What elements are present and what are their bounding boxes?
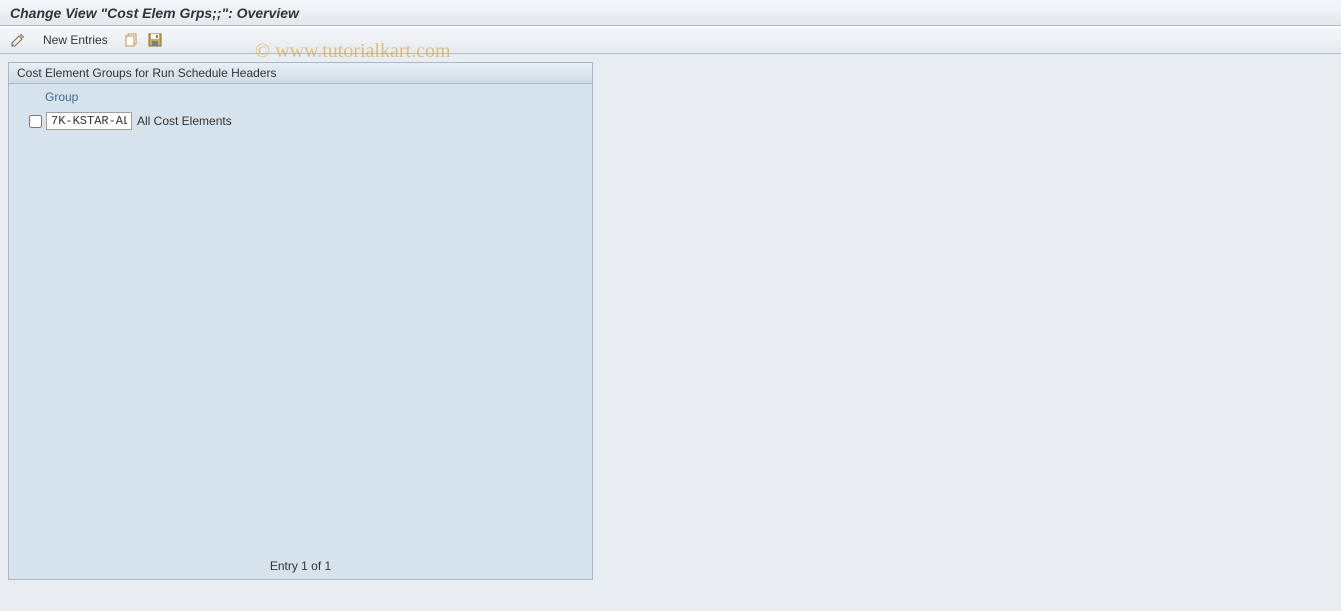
copy-icon[interactable] (125, 33, 139, 47)
page-title: Change View "Cost Elem Grps;;": Overview (10, 5, 299, 21)
table-header-row: Group (9, 84, 592, 110)
group-input[interactable] (46, 112, 132, 130)
title-bar: Change View "Cost Elem Grps;;": Overview (0, 0, 1341, 26)
row-select-checkbox[interactable] (29, 115, 42, 128)
toolbar: New Entries (0, 26, 1341, 54)
save-variant-icon[interactable] (147, 32, 163, 48)
table-row: All Cost Elements (9, 110, 592, 132)
new-entries-button[interactable]: New Entries (34, 30, 117, 50)
row-description: All Cost Elements (137, 114, 232, 128)
panel: Cost Element Groups for Run Schedule Hea… (8, 62, 593, 580)
edit-icon[interactable] (10, 32, 26, 48)
table-footer: Entry 1 of 1 (9, 553, 592, 579)
panel-header: Cost Element Groups for Run Schedule Hea… (9, 63, 592, 84)
main-content: Cost Element Groups for Run Schedule Hea… (0, 54, 1341, 588)
column-header-group[interactable]: Group (29, 88, 78, 106)
table-container: Group All Cost Elements Entry 1 of 1 (9, 84, 592, 579)
